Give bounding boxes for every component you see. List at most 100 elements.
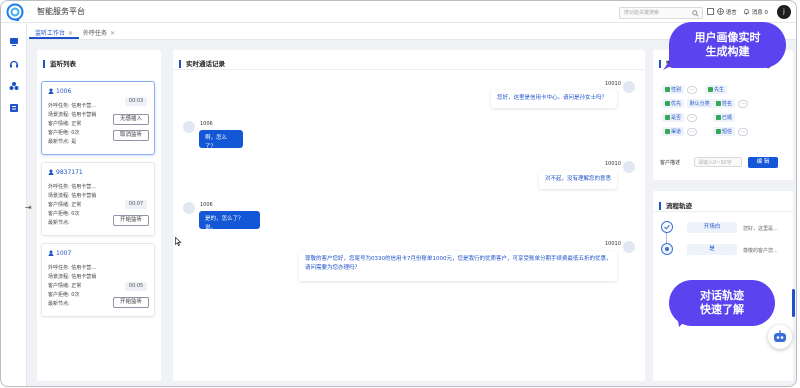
profile-tag-row: 短信 ··· — [713, 127, 749, 136]
start-monitor-button[interactable]: 开始监听 — [113, 297, 149, 308]
monitor-card-id: 1006 — [48, 88, 71, 95]
tag-icon — [665, 101, 670, 106]
profile-tag-row: 渠道 ··· — [662, 127, 698, 136]
profile-tag[interactable]: 短信 — [713, 127, 736, 136]
tab-close-icon[interactable]: × — [110, 30, 115, 37]
more-icon[interactable]: ··· — [737, 100, 749, 108]
profile-tag-row: 已婚 — [713, 113, 736, 122]
monitor-card-id: 9837171 — [48, 169, 83, 176]
profile-tag[interactable]: 姓名 — [713, 99, 736, 108]
user-icon — [48, 169, 54, 175]
chat-message-bot: 对不起，没有理解您的意思 — [539, 171, 617, 189]
headset-icon[interactable] — [9, 59, 19, 69]
tag-icon — [716, 101, 721, 106]
profile-tag-row: 性别 ··· 先生 — [662, 85, 728, 94]
monitor-card-emotion: 客户情绪: 正常 — [48, 121, 82, 127]
tag-icon — [665, 87, 670, 92]
messages-button[interactable]: 消息 0 — [743, 8, 768, 16]
call-timer: 00:03 — [125, 97, 147, 106]
profile-tag[interactable]: 渠道 — [662, 127, 685, 136]
profile-tag[interactable]: 是否 — [662, 113, 685, 122]
chat-message-customer: 啊，怎么了？ — [199, 130, 243, 150]
search-icon[interactable] — [692, 10, 699, 17]
step-check-icon — [661, 221, 673, 233]
search-input[interactable]: 搜功能关键搜索 — [619, 7, 703, 19]
flow-step[interactable]: 是 — [687, 244, 737, 255]
callout-line: 用户画像实时 — [694, 31, 761, 44]
step-current-icon — [661, 243, 673, 255]
robot-icon — [774, 330, 786, 342]
agent-avatar — [623, 161, 635, 173]
edit-button[interactable]: 编 辑 — [748, 157, 778, 168]
callout-line: 生成构建 — [705, 45, 750, 58]
tab-monitor-workbench[interactable]: 监听工作台 × — [29, 26, 80, 39]
tab-close-icon[interactable]: × — [68, 30, 73, 37]
customer-avatar — [183, 202, 195, 214]
tag-icon — [707, 87, 713, 92]
search-placeholder: 搜功能关键搜索 — [624, 10, 660, 16]
profile-tag[interactable]: 先生 — [704, 85, 727, 94]
app-logo-icon — [6, 3, 24, 21]
side-nav — [1, 23, 27, 386]
collapse-sidebar-icon[interactable]: ⇥ — [25, 203, 32, 212]
bell-icon — [744, 9, 749, 15]
user-icon — [48, 250, 54, 256]
profile-tag-row: 优先 默认分类 — [662, 99, 714, 108]
call-timer: 00:05 — [125, 282, 147, 291]
monitor-card-reject: 客户拒绝: 0次 — [48, 292, 80, 298]
mouse-cursor-icon — [175, 237, 182, 246]
more-icon[interactable]: ··· — [686, 86, 698, 94]
users-icon[interactable] — [9, 81, 19, 91]
profile-callout-badge: 用户画像实时 生成构建 — [669, 22, 786, 68]
agent-avatar — [623, 81, 635, 93]
language-switch[interactable]: 语言 — [717, 8, 737, 16]
start-monitor-button[interactable]: 开始监听 — [113, 215, 149, 226]
chat-message-bot: 尊敬的客户您好，您尾号为0330的信用卡7月份账单1000元，您是我行的优质客户… — [299, 251, 617, 281]
monitor-card-node: 最新节点: — [48, 220, 70, 226]
chat-message-line: 尊敬的客户您好，您尾号为0330的信用卡7月份账单1000元，您是我行的优质客户… — [305, 256, 611, 262]
fullscreen-icon[interactable] — [707, 8, 714, 16]
monitor-card-reject: 客户拒绝: 0次 — [48, 130, 80, 136]
speaker-id: 1006 — [200, 121, 213, 127]
silent-join-button[interactable]: 无感插入 — [113, 114, 149, 125]
user-icon — [48, 88, 54, 94]
tag-icon — [716, 115, 721, 120]
monitor-card-emotion: 客户情绪: 正常 — [48, 283, 82, 289]
flow-step[interactable]: 开场白 — [687, 222, 737, 233]
more-icon[interactable]: ··· — [686, 128, 698, 136]
callout-line: 对话轨迹 — [700, 289, 744, 302]
step-connector — [666, 233, 667, 243]
tab-outbound-tasks[interactable]: 外呼任务 × — [77, 26, 121, 39]
flow-step-desc: 您好，这里是... — [743, 226, 778, 232]
customer-avatar — [183, 121, 195, 133]
tab-label: 外呼任务 — [83, 30, 108, 37]
messages-label: 消息 — [751, 10, 763, 16]
callout-tail-icon — [663, 57, 677, 70]
more-icon[interactable]: ··· — [686, 114, 698, 122]
profile-tag[interactable]: 已婚 — [713, 113, 736, 122]
chat-message-line: 请问需要为您办理吗？ — [305, 265, 361, 271]
user-avatar[interactable]: j — [777, 5, 791, 19]
monitor-card-id: 1007 — [48, 250, 71, 257]
scrollbar-thumb[interactable] — [792, 289, 795, 317]
more-icon[interactable]: ··· — [737, 128, 749, 136]
cancel-monitor-button[interactable]: 取消监听 — [113, 130, 149, 141]
tag-icon — [665, 115, 670, 120]
profile-tag-row: 是否 ··· — [662, 113, 698, 122]
divider — [653, 211, 793, 212]
assistant-button[interactable] — [768, 325, 792, 349]
profile-tag[interactable]: 性别 — [662, 85, 685, 94]
top-bar: 智能服务平台 搜功能关键搜索 语言 消息 0 j — [1, 1, 796, 23]
desc-placeholder: 请输入0~30字 — [698, 160, 732, 166]
app-window: 智能服务平台 搜功能关键搜索 语言 消息 0 j 监听工作台× 外呼任务× — [0, 0, 797, 387]
flow-step-desc: 尊敬的客户您... — [743, 248, 778, 254]
report-icon[interactable] — [9, 103, 19, 113]
customer-desc-input[interactable]: 请输入0~30字 — [694, 157, 742, 167]
monitor-card-flow: 场景流程: 信用卡营销 — [48, 193, 97, 199]
language-label: 语言 — [725, 10, 737, 16]
profile-tag[interactable]: 默认分类 — [686, 99, 713, 108]
tag-icon — [716, 129, 721, 134]
tab-label: 监听工作台 — [35, 30, 66, 37]
monitor-icon[interactable] — [9, 37, 19, 47]
profile-tag[interactable]: 优先 — [662, 99, 685, 108]
